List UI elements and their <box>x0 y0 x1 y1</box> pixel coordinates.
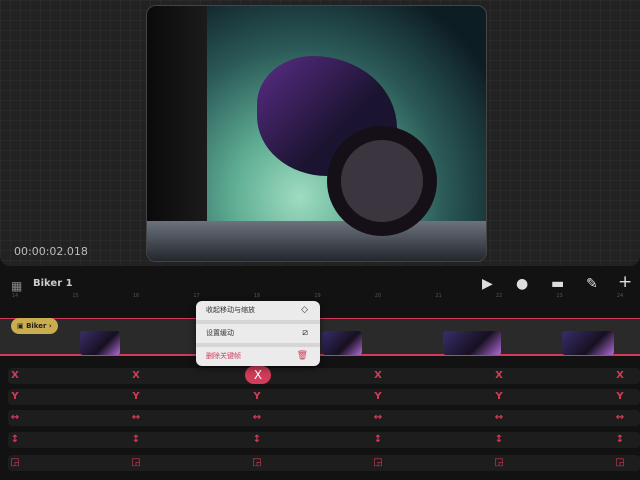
keyframe-marker[interactable]: X <box>374 370 382 381</box>
timecode: 00:00:02.018 <box>14 245 88 258</box>
menu-item-collapse[interactable]: 收起移动与缩放 ◇ <box>196 301 320 320</box>
play-icon[interactable]: ▶ <box>482 277 493 291</box>
keyframe-marker[interactable]: ↕ <box>616 434 624 445</box>
property-row-y-position <box>8 389 640 405</box>
menu-item-delete-keyframe[interactable]: 删除关键帧 🗑 <box>196 347 320 366</box>
property-row-rotation <box>8 455 640 471</box>
ruler-label: 14 <box>11 293 19 299</box>
ruler-label: 21 <box>435 293 442 299</box>
keyframe-marker[interactable]: Y <box>253 391 260 402</box>
menu-label: 收起移动与缩放 <box>206 306 255 314</box>
keyframe-marker[interactable]: ◲ <box>494 457 503 468</box>
property-row-scale-height <box>8 432 640 448</box>
keyframe-marker[interactable]: ◲ <box>373 457 382 468</box>
menu-label: 设置缓动 <box>206 329 234 337</box>
property-row-x-position <box>8 368 640 384</box>
ruler-label: 23 <box>556 293 563 299</box>
easing-icon: ⧄ <box>302 328 308 338</box>
thumbnail <box>322 331 362 355</box>
keyframe-marker[interactable]: ↔ <box>253 412 261 423</box>
keyframe-marker[interactable]: X <box>616 370 624 381</box>
keyframe-marker[interactable]: ◲ <box>615 457 624 468</box>
trash-icon: 🗑 <box>296 351 308 361</box>
ruler-label: 16 <box>132 293 140 299</box>
ruler-label: 18 <box>253 293 261 299</box>
keyframe-marker[interactable]: ↕ <box>132 434 140 445</box>
menu-item-easing[interactable]: 设置缓动 ⧄ <box>196 324 320 343</box>
menu-label: 删除关键帧 <box>206 352 241 360</box>
layer-chip[interactable]: ▣ Biker › <box>11 318 58 334</box>
property-row-scale-width <box>8 410 640 426</box>
keyframe-marker[interactable]: X <box>132 370 140 381</box>
keyframe-marker[interactable]: ◲ <box>252 457 261 468</box>
context-menu: 收起移动与缩放 ◇ 设置缓动 ⧄ 删除关键帧 🗑 <box>196 301 320 366</box>
ruler-label: 17 <box>193 293 200 299</box>
keyframe-marker[interactable]: Y <box>374 391 381 402</box>
keyframe-marker[interactable]: ↔ <box>132 412 140 423</box>
keyframe-marker[interactable]: X <box>495 370 503 381</box>
ruler-label: 24 <box>616 293 624 299</box>
keyframe-marker[interactable]: ↔ <box>11 412 19 423</box>
selected-keyframe[interactable]: X <box>245 366 271 384</box>
keyframe-marker[interactable]: ↕ <box>495 434 503 445</box>
keyframe-marker[interactable]: ↔ <box>374 412 382 423</box>
collapse-icon: ◇ <box>301 305 308 315</box>
scene-ground <box>147 221 486 261</box>
thumbnail <box>443 331 501 355</box>
keyframe-marker[interactable]: ↕ <box>374 434 382 445</box>
keyframe-marker[interactable]: ↕ <box>253 434 261 445</box>
keyframe-marker[interactable]: ◲ <box>10 457 19 468</box>
ruler-label: 20 <box>374 293 382 299</box>
pen-icon[interactable]: ✎ <box>586 277 598 291</box>
ruler-label: 19 <box>314 293 321 299</box>
keyframe-marker[interactable]: Y <box>495 391 502 402</box>
plus-icon[interactable]: + <box>618 274 632 291</box>
keyframe-marker[interactable]: ↔ <box>495 412 503 423</box>
thumbnail <box>562 331 614 355</box>
video-canvas[interactable] <box>146 5 487 262</box>
record-icon[interactable]: ● <box>516 277 528 291</box>
keyframe-marker[interactable]: Y <box>132 391 139 402</box>
ruler-label: 15 <box>72 293 79 299</box>
keyframe-marker[interactable]: Y <box>11 391 18 402</box>
keyframe-marker[interactable]: ↔ <box>616 412 624 423</box>
ruler-label: 22 <box>495 293 503 299</box>
preview-panel: 00:00:02.018 <box>0 0 640 266</box>
keyframe-marker[interactable]: X <box>11 370 19 381</box>
layer-track[interactable] <box>0 318 640 356</box>
thumbnail <box>80 331 120 355</box>
keyframe-marker[interactable]: ◲ <box>131 457 140 468</box>
stack-icon[interactable]: ▬ <box>551 277 564 291</box>
keyframe-marker[interactable]: ↕ <box>11 434 19 445</box>
chip-label: Biker <box>26 322 47 330</box>
keyframe-marker[interactable]: Y <box>616 391 623 402</box>
scene-bike-wheel <box>327 126 437 236</box>
